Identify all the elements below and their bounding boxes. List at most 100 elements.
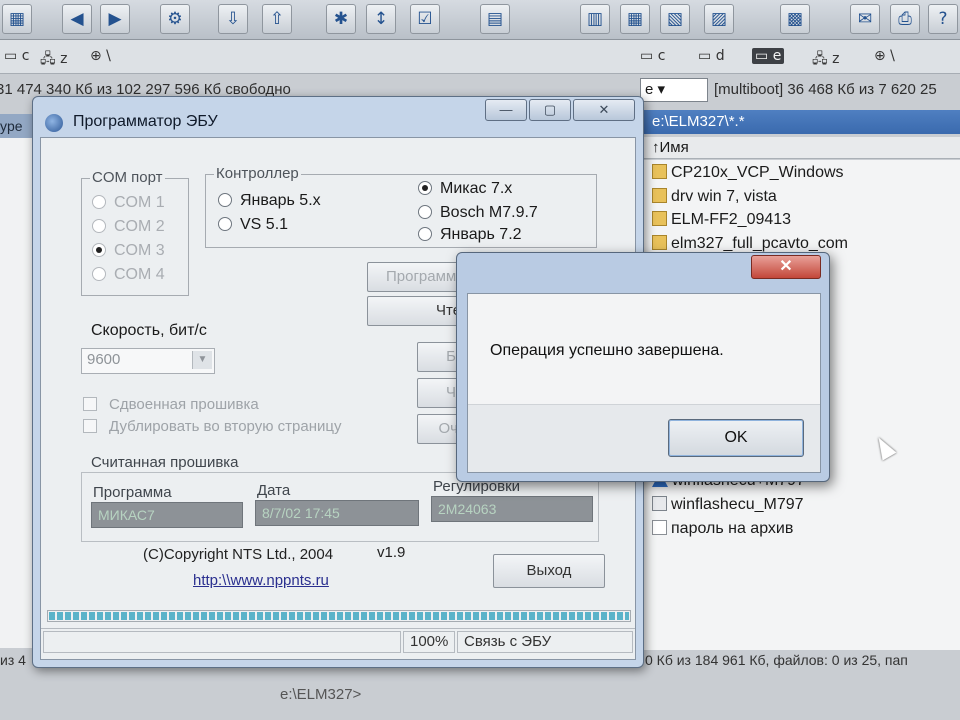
date-field: 8/7/02 17:45 — [255, 500, 419, 526]
radio-com3[interactable]: COM 3 — [92, 241, 165, 261]
radio-com2[interactable]: COM 2 — [92, 217, 165, 237]
toolbar-button-1[interactable]: ▦ — [2, 4, 32, 34]
date-field-label: Дата — [257, 482, 291, 499]
drive-e-right[interactable]: ▭ e — [752, 48, 785, 64]
program-field: МИКАС7 — [91, 502, 243, 528]
close-button[interactable]: ✕ — [573, 99, 635, 121]
radio-bosch-m797[interactable]: Bosch M7.9.7 — [418, 203, 538, 223]
com-port-label: COM порт — [90, 169, 165, 186]
toolbar-button-17[interactable]: ⎙ — [890, 4, 920, 34]
file-list-item[interactable]: winflashecu_M797 — [652, 494, 804, 516]
command-line[interactable]: e:\ELM327> — [280, 686, 361, 703]
drive-z-left[interactable]: 🖧 z — [40, 48, 67, 72]
file-name: ELM-FF2_09413 — [671, 211, 792, 229]
sort-icon[interactable]: ↕ — [366, 4, 396, 34]
file-name: пароль на архив — [671, 519, 794, 537]
file-list-item[interactable]: CP210x_VCP_Windows — [652, 162, 844, 184]
radio-indicator-selected — [418, 181, 432, 195]
checkbox-box — [83, 419, 97, 433]
radio-com1[interactable]: COM 1 — [92, 193, 165, 213]
back-arrow-icon[interactable]: ◀ — [62, 4, 92, 34]
radio-indicator — [418, 227, 432, 241]
drive-select[interactable]: e ▾ — [640, 78, 708, 102]
radio-january-5x[interactable]: Январь 5.x — [218, 191, 321, 211]
dialog-body: Операция успешно завершена. OK — [467, 293, 821, 473]
speed-select[interactable]: 9600 ▼ — [81, 348, 215, 374]
file-list-item[interactable]: drv win 7, vista — [652, 186, 777, 208]
toolbar-button-12[interactable]: ▦ — [620, 4, 650, 34]
name-column-header[interactable]: ↑Имя — [640, 137, 960, 159]
status-percent: 100% — [403, 631, 455, 653]
checkbox-box — [83, 397, 97, 411]
file-list-item[interactable]: ELM-FF2_09413 — [652, 209, 791, 231]
file-name: elm327_full_pcavto_com — [671, 235, 848, 253]
drive-c-right[interactable]: ▭ c — [640, 48, 665, 64]
version-text: v1.9 — [377, 544, 406, 561]
left-status-text: из 4 — [0, 652, 26, 668]
progress-bar — [47, 610, 631, 622]
checkbox-double-firmware[interactable]: Сдвоенная прошивка — [83, 396, 259, 413]
radio-com4[interactable]: COM 4 — [92, 265, 165, 285]
toolbar-button-11[interactable]: ▥ — [580, 4, 610, 34]
toolbar-button-15[interactable]: ▩ — [780, 4, 810, 34]
radio-indicator — [92, 267, 106, 281]
file-name: CP210x_VCP_Windows — [671, 164, 844, 181]
toolbar-button-14[interactable]: ▨ — [704, 4, 734, 34]
ok-button[interactable]: OK — [668, 419, 804, 457]
radio-mikas-7x[interactable]: Микас 7.x — [418, 179, 512, 199]
status-connection: Связь с ЭБУ — [457, 631, 633, 653]
dialog-message: Операция успешно завершена. — [490, 342, 724, 359]
status-cell-empty — [43, 631, 401, 653]
drive-d-right[interactable]: ▭ d — [698, 48, 725, 64]
com-port-group: COM порт COM 1 COM 2 COM 3 COM 4 — [81, 169, 189, 296]
radio-indicator — [218, 193, 232, 207]
checkbox-duplicate-page[interactable]: Дублировать во вторую страницу — [83, 418, 341, 435]
message-dialog: ✕ Операция успешно завершена. OK — [456, 252, 830, 482]
maximize-button[interactable]: ▢ — [529, 99, 571, 121]
speed-label: Скорость, бит/с — [91, 322, 207, 339]
exit-button[interactable]: Выход — [493, 554, 605, 588]
website-link[interactable]: http:\\www.nppnts.ru — [193, 572, 329, 589]
drive-z-right[interactable]: 🖧 z — [812, 48, 839, 72]
radio-vs-51[interactable]: VS 5.1 — [218, 215, 288, 235]
window-title: Программатор ЭБУ — [73, 113, 218, 130]
file-manager-toolbar: ▦ ◀ ▶ ⚙ ⇩ ⇧ ✱ ↕ ☑ ▤ ▥ ▦ ▧ ▨ ▩ ✉ ⎙ ? — [0, 0, 960, 40]
program-field-label: Программа — [93, 484, 172, 501]
read-firmware-label: Считанная прошивка — [91, 454, 239, 471]
right-status-text: 0 Кб из 184 961 Кб, файлов: 0 из 25, пап — [645, 652, 908, 668]
minimize-button[interactable]: — — [485, 99, 527, 121]
radio-january-72[interactable]: Январь 7.2 — [418, 225, 522, 245]
file-name: winflashecu_M797 — [671, 495, 804, 513]
edit-icon[interactable]: ☑ — [410, 4, 440, 34]
pack-icon[interactable]: ⇩ — [218, 4, 248, 34]
left-file-panel[interactable] — [0, 138, 34, 648]
toolbar-button-18[interactable]: ? — [928, 4, 958, 34]
right-free-space: [multiboot] 36 468 Кб из 7 620 25 — [714, 81, 937, 98]
radio-indicator-selected — [92, 243, 106, 257]
search-icon[interactable]: ⚙ — [160, 4, 190, 34]
dialog-footer: OK — [468, 404, 820, 472]
drive-bar: ▭ c 🖧 z ⊕ \ ▭ c ▭ d ▭ e 🖧 z ⊕ \ — [0, 40, 960, 74]
toolbar-button-10[interactable]: ▤ — [480, 4, 510, 34]
toolbar-button-16[interactable]: ✉ — [850, 4, 880, 34]
file-list-item[interactable]: пароль на архив — [652, 518, 793, 540]
controller-group: Контроллер Январь 5.x VS 5.1 Микас 7.x B… — [205, 165, 597, 248]
forward-arrow-icon[interactable]: ▶ — [100, 4, 130, 34]
unpack-icon[interactable]: ⇧ — [262, 4, 292, 34]
doc-icon — [652, 519, 667, 535]
network-drive-icon-right[interactable]: ⊕ \ — [874, 48, 895, 64]
copyright-text: (C)Copyright NTS Ltd., 2004 — [143, 546, 334, 563]
app-icon — [652, 495, 667, 511]
radio-indicator — [92, 219, 106, 233]
sync-icon[interactable]: ✱ — [326, 4, 356, 34]
radio-indicator — [418, 205, 432, 219]
drive-c-left[interactable]: ▭ c — [4, 48, 29, 64]
radio-indicator — [92, 195, 106, 209]
dialog-close-button[interactable]: ✕ — [751, 255, 821, 279]
network-drive-icon[interactable]: ⊕ \ — [90, 48, 111, 64]
chevron-down-icon[interactable]: ▼ — [192, 351, 212, 369]
file-name: drv win 7, vista — [671, 187, 777, 205]
controller-label: Контроллер — [214, 165, 301, 182]
folder-icon — [652, 164, 667, 179]
toolbar-button-13[interactable]: ▧ — [660, 4, 690, 34]
